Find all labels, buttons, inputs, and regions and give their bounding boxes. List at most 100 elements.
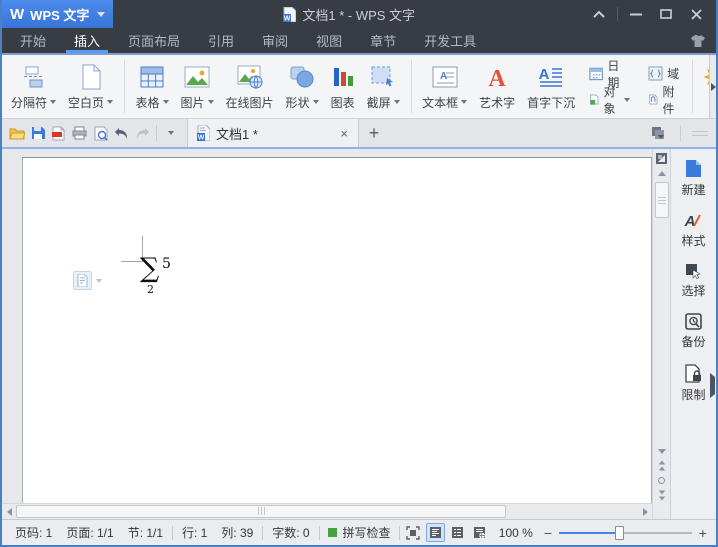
status-section[interactable]: 节: 1/1 [121, 524, 170, 541]
zoom-level[interactable]: 100 % [491, 526, 541, 540]
panel-item-styles[interactable]: A 样式 [681, 212, 705, 249]
print-preview-button[interactable] [90, 122, 111, 144]
vertical-scroll-thumb[interactable] [655, 182, 669, 218]
page-view-button[interactable] [426, 523, 444, 542]
break-button[interactable]: 分隔符 [6, 60, 61, 114]
document-canvas[interactable]: ∑ 5 2 [2, 149, 652, 503]
task-panel: 新建 A 样式 选择 备份 限制 [670, 149, 716, 519]
vertical-scroll-track[interactable] [654, 180, 670, 444]
comment-button[interactable]: 批 [699, 60, 710, 114]
skin-theme-button[interactable] [690, 28, 716, 53]
equation-object[interactable]: ∑ 5 2 [140, 254, 159, 284]
document-tab[interactable]: W 文档1 * × [187, 119, 359, 147]
vertical-scrollbar[interactable] [652, 149, 670, 519]
next-page-button[interactable] [654, 488, 670, 503]
text-box-icon: A [432, 63, 458, 91]
online-picture-button[interactable]: 在线图片 [221, 60, 279, 114]
object-label: 对象 [604, 83, 621, 117]
scroll-down-button[interactable] [654, 444, 670, 458]
print-button[interactable] [69, 122, 90, 144]
control-divider [617, 7, 618, 21]
tab-review[interactable]: 审阅 [248, 28, 302, 53]
scroll-right-button[interactable] [638, 504, 652, 520]
object-button[interactable]: 对象 [586, 81, 633, 119]
status-line[interactable]: 行: 1 [175, 524, 214, 541]
zoom-slider[interactable] [559, 525, 691, 541]
status-column[interactable]: 列: 39 [214, 524, 260, 541]
close-button[interactable] [682, 3, 710, 25]
blank-page-label: 空白页 [68, 94, 104, 111]
status-divider [319, 526, 320, 540]
printer-icon [72, 126, 87, 140]
open-file-button[interactable] [6, 122, 27, 144]
status-pages[interactable]: 页面: 1/1 [59, 524, 120, 541]
tab-list-button[interactable] [648, 122, 669, 144]
table-button[interactable]: 表格 [131, 60, 174, 114]
pane-grip-handle[interactable] [692, 131, 708, 136]
scroll-up-button[interactable] [654, 166, 670, 180]
horizontal-scrollbar[interactable] [2, 503, 652, 519]
paste-options-button[interactable] [73, 271, 102, 290]
minimize-button[interactable] [622, 3, 650, 25]
scroll-left-button[interactable] [2, 504, 16, 520]
wps-app-menu-button[interactable]: W WPS 文字 [2, 0, 113, 28]
window-title: 文档1 * - WPS 文字 [302, 5, 415, 24]
status-page-number[interactable]: 页码: 1 [8, 524, 59, 541]
toolbar-divider [680, 125, 681, 141]
shapes-button[interactable]: 形状 [281, 60, 324, 114]
tab-page-layout[interactable]: 页面布局 [114, 28, 194, 53]
panel-item-restrict[interactable]: 限制 [681, 364, 705, 403]
panel-item-backup[interactable]: 备份 [681, 313, 705, 350]
maximize-button[interactable] [652, 3, 680, 25]
wps-logo: W [10, 6, 24, 23]
text-box-button[interactable]: A 文本框 [417, 60, 472, 114]
document-page[interactable]: ∑ 5 2 [22, 157, 652, 503]
chevron-right-icon [710, 373, 715, 398]
web-view-button[interactable] [471, 523, 489, 542]
panel-collapse-handle[interactable] [710, 377, 715, 395]
select-browse-object-button[interactable] [654, 473, 670, 488]
menu-tabs: 开始 插入 页面布局 引用 审阅 视图 章节 开发工具 [2, 28, 490, 53]
drop-cap-button[interactable]: A 首字下沉 [522, 60, 580, 114]
fit-page-button[interactable] [404, 523, 422, 542]
tab-developer-tools[interactable]: 开发工具 [410, 28, 490, 53]
picture-button[interactable]: 图片 [176, 60, 219, 114]
attachment-button[interactable]: 附件 [645, 81, 682, 119]
undo-button[interactable] [111, 122, 132, 144]
ruler-toggle-button[interactable] [654, 150, 670, 166]
tab-section[interactable]: 章节 [356, 28, 410, 53]
chevron-down-icon [394, 100, 400, 104]
pdf-icon [52, 126, 65, 141]
horizontal-scroll-thumb[interactable] [16, 505, 506, 518]
panel-item-select[interactable]: 选择 [681, 263, 705, 299]
tab-references[interactable]: 引用 [194, 28, 248, 53]
redo-button[interactable] [132, 122, 153, 144]
tab-insert[interactable]: 插入 [60, 28, 114, 53]
ribbon-expand-button[interactable] [709, 55, 716, 118]
new-tab-button[interactable]: + [359, 119, 389, 147]
toolbar-divider [156, 125, 157, 141]
spellcheck-button[interactable]: 拼写检查 [321, 524, 397, 541]
zoom-in-button[interactable]: + [696, 525, 710, 541]
word-art-button[interactable]: A 艺术字 [474, 60, 520, 114]
customize-toolbar-button[interactable] [160, 122, 181, 144]
blank-page-button[interactable]: 空白页 [63, 60, 118, 114]
horizontal-scroll-track[interactable] [16, 504, 638, 520]
save-button[interactable] [27, 122, 48, 144]
previous-page-button[interactable] [654, 458, 670, 473]
panel-item-new[interactable]: 新建 [681, 159, 705, 198]
screenshot-button[interactable]: 截屏 [362, 60, 405, 114]
chart-button[interactable]: 图表 [326, 60, 360, 114]
export-pdf-button[interactable] [48, 122, 69, 144]
zoom-slider-handle[interactable] [615, 526, 624, 540]
zoom-out-button[interactable]: − [541, 525, 555, 541]
tab-home[interactable]: 开始 [6, 28, 60, 53]
attachment-icon [648, 92, 658, 107]
status-word-count[interactable]: 字数: 0 [265, 524, 316, 541]
picture-icon [184, 63, 210, 91]
close-tab-button[interactable]: × [338, 126, 350, 141]
collapse-ribbon-button[interactable] [585, 3, 613, 25]
tab-view[interactable]: 视图 [302, 28, 356, 53]
outline-view-button[interactable] [449, 523, 467, 542]
undo-icon [114, 127, 129, 140]
